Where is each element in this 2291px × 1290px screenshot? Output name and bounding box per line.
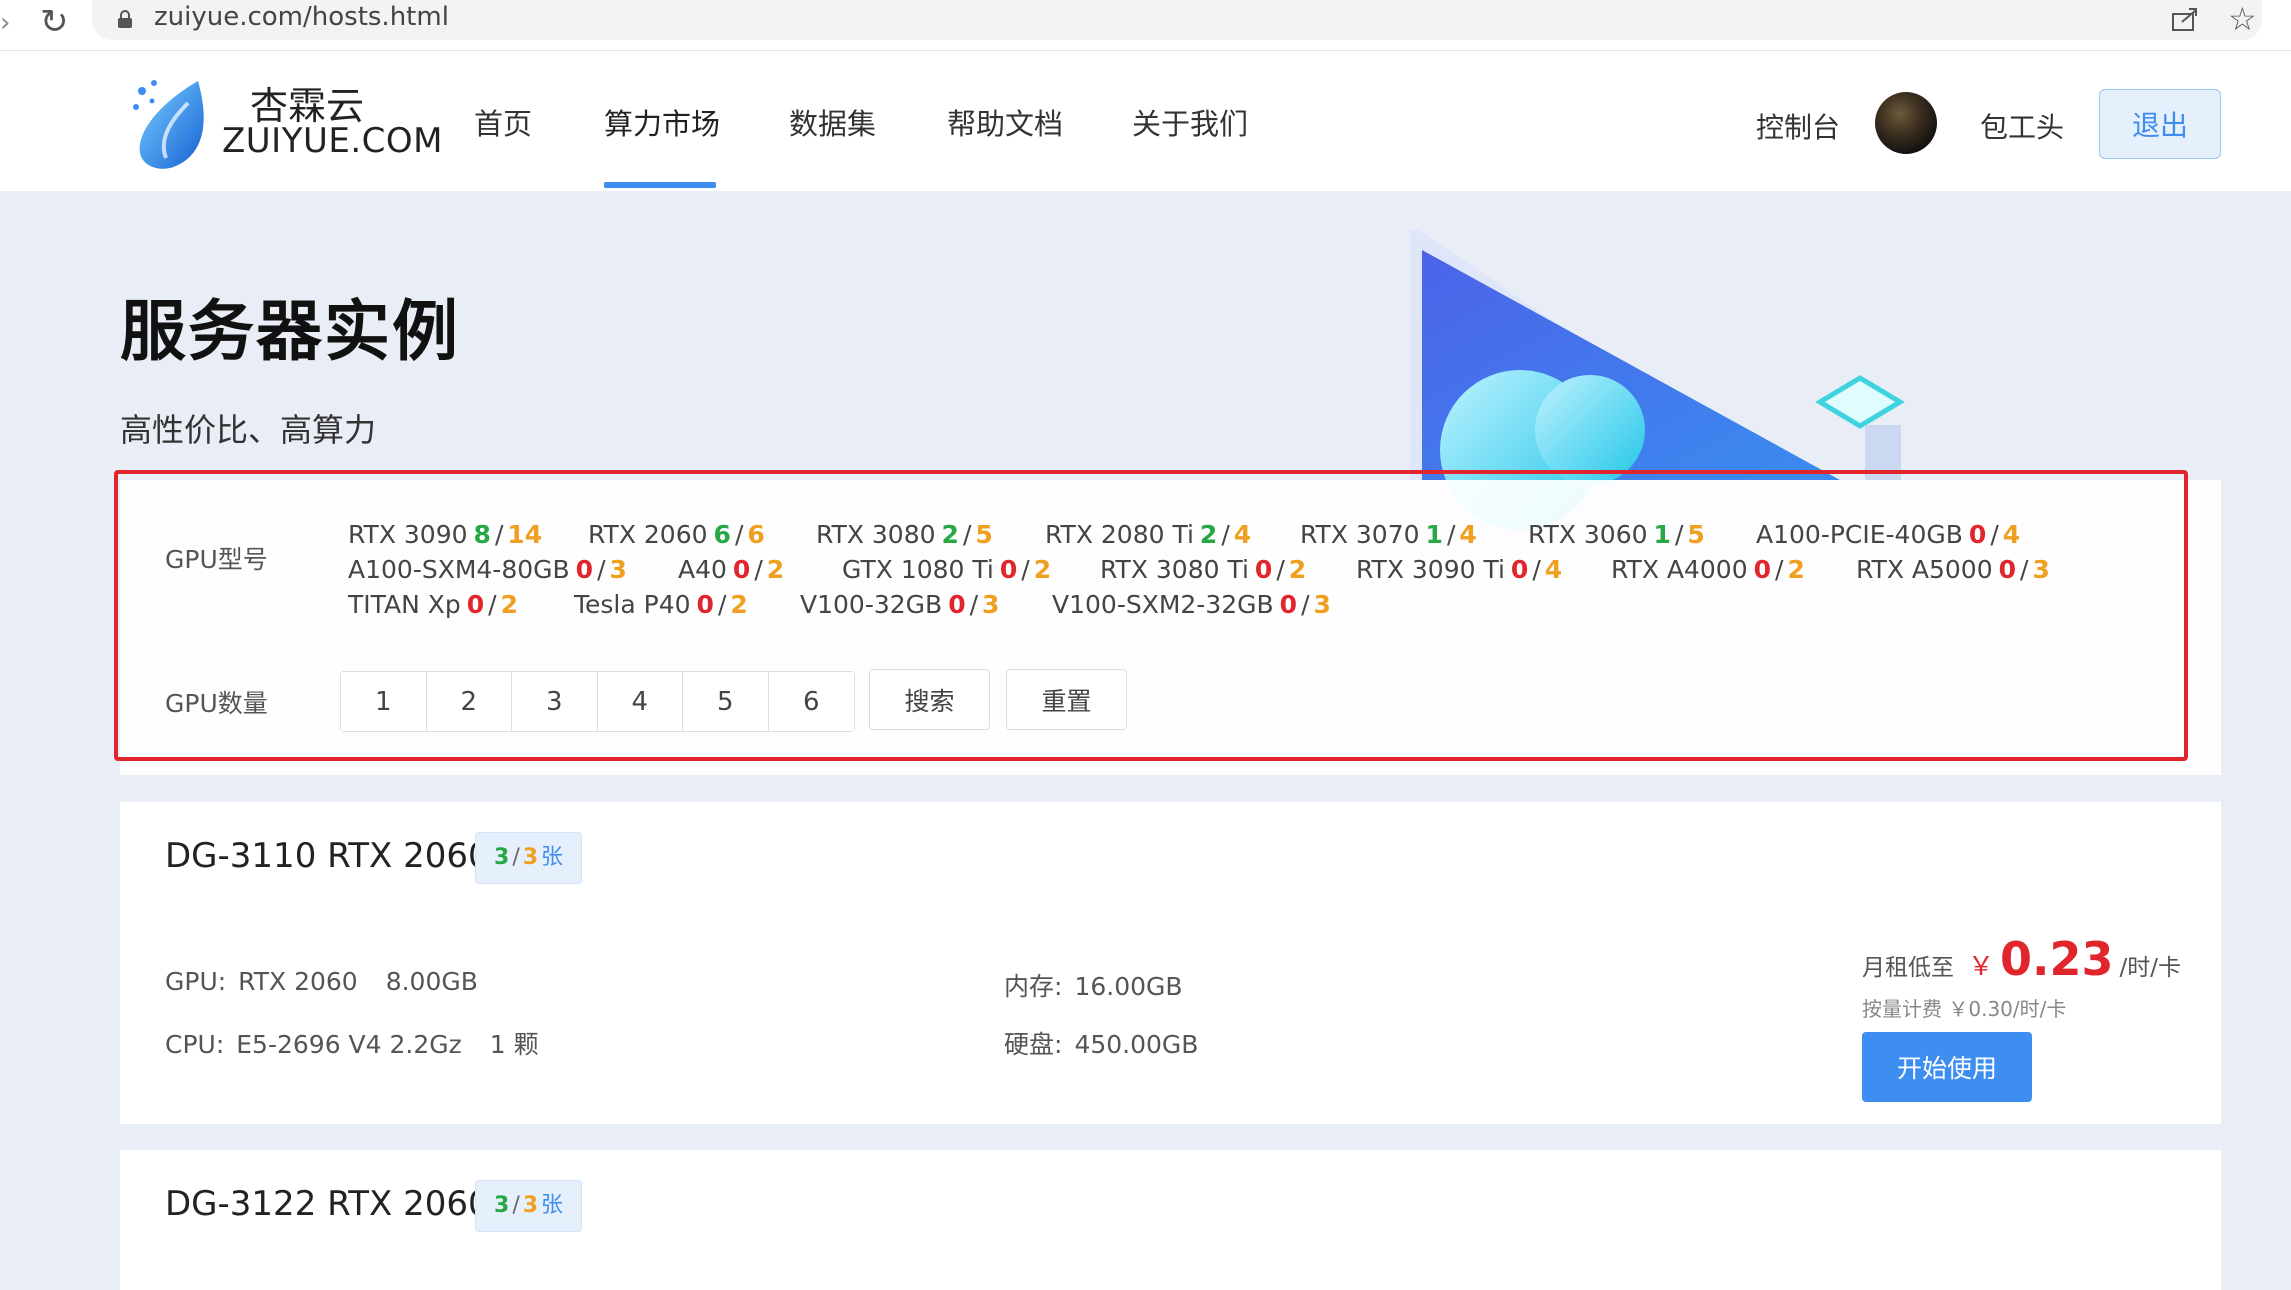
gpu-option-rtx-3060[interactable]: RTX 3060 1/5 [1528, 520, 1705, 549]
console-link[interactable]: 控制台 [1756, 106, 1840, 146]
gpu-option-rtx-3090-ti[interactable]: RTX 3090 Ti 0/4 [1356, 555, 1562, 584]
site-header: 杏霖云 ZUIYUE.COM 首页 算力市场 数据集 帮助文档 关于我们 控制台… [0, 51, 2291, 191]
availability-badge: 3/3 张 [475, 832, 583, 884]
memory-spec: 内存: 16.00GB [1004, 972, 1183, 1001]
gpu-option-rtx-3080-ti[interactable]: RTX 3080 Ti 0/2 [1100, 555, 1306, 584]
gpu-option-rtx-3080[interactable]: RTX 3080 2/5 [816, 520, 993, 549]
gpu-option-rtx-a5000[interactable]: RTX A5000 0/3 [1856, 555, 2050, 584]
gpu-count-5[interactable]: 5 [683, 672, 769, 731]
gpu-option-v100-32gb[interactable]: V100-32GB 0/3 [800, 590, 999, 619]
logo-icon [133, 80, 204, 169]
lock-icon[interactable] [118, 10, 132, 28]
gpu-count-selector: 1 2 3 4 5 6 [340, 671, 855, 732]
gpu-option-rtx-3090[interactable]: RTX 3090 8/14 [348, 520, 542, 549]
page-subtitle: 高性价比、高算力 [120, 411, 377, 449]
address-bar[interactable]: zuiyue.com/hosts.html [92, 0, 2262, 40]
nav-compute-market[interactable]: 算力市场 [604, 101, 720, 143]
gpu-option-titan-xp[interactable]: TITAN Xp 0/2 [348, 590, 518, 619]
page-title: 服务器实例 [120, 293, 460, 370]
gpu-option-rtx-2080-ti[interactable]: RTX 2080 Ti 2/4 [1045, 520, 1251, 549]
reload-icon[interactable]: ↻ [40, 2, 69, 42]
gpu-option-a40[interactable]: A40 0/2 [678, 555, 784, 584]
gpu-count-3[interactable]: 3 [512, 672, 598, 731]
gpu-spec: GPU: RTX 2060 8.00GB [165, 967, 478, 996]
disk-spec: 硬盘: 450.00GB [1004, 1030, 1199, 1059]
host-title: DG-3122 RTX 2060 [165, 1184, 490, 1224]
logo-text-en[interactable]: ZUIYUE.COM [222, 121, 443, 161]
gpu-option-v100-sxm2-32gb[interactable]: V100-SXM2-32GB 0/3 [1052, 590, 1331, 619]
url-text[interactable]: zuiyue.com/hosts.html [154, 2, 449, 32]
cpu-spec: CPU: E5-2696 V4 2.2Gz 1 颗 [165, 1030, 539, 1059]
gpu-option-tesla-p40[interactable]: Tesla P40 0/2 [574, 590, 748, 619]
gpu-option-rtx-3070[interactable]: RTX 3070 1/4 [1300, 520, 1477, 549]
gpu-count-1[interactable]: 1 [341, 672, 427, 731]
gpu-option-gtx-1080-ti[interactable]: GTX 1080 Ti 0/2 [842, 555, 1051, 584]
gpu-option-rtx-2060[interactable]: RTX 2060 6/6 [588, 520, 765, 549]
logout-button[interactable]: 退出 [2099, 89, 2221, 159]
gpu-model-list: RTX 3090 8/14 RTX 2060 6/6 RTX 3080 2/5 RTX… [348, 520, 2148, 625]
nav-about-us[interactable]: 关于我们 [1132, 101, 1248, 143]
nav-help-docs[interactable]: 帮助文档 [947, 101, 1063, 143]
gpu-count-4[interactable]: 4 [597, 672, 683, 731]
start-use-button[interactable]: 开始使用 [1862, 1032, 2032, 1102]
star-icon[interactable]: ☆ [2228, 0, 2257, 38]
hourly-price: 按量计费 ￥0.30/时/卡 [1862, 997, 2067, 1021]
share-icon[interactable] [2170, 4, 2200, 34]
back-icon[interactable]: › [0, 8, 10, 38]
host-title: DG-3110 RTX 2060 [165, 836, 490, 876]
gpu-model-label: GPU型号 [165, 545, 268, 574]
gpu-count-2[interactable]: 2 [426, 672, 512, 731]
availability-badge: 3/3 张 [475, 1180, 583, 1232]
gpu-count-6[interactable]: 6 [768, 672, 854, 731]
browser-toolbar: › ↻ zuiyue.com/hosts.html ☆ [0, 0, 2291, 51]
host-card: DG-3122 RTX 2060 3/3 张 [120, 1150, 2221, 1290]
username-link[interactable]: 包工头 [1980, 106, 2064, 146]
nav-home[interactable]: 首页 [474, 101, 532, 143]
gpu-count-label: GPU数量 [165, 689, 268, 718]
search-button[interactable]: 搜索 [869, 669, 990, 730]
reset-button[interactable]: 重置 [1006, 669, 1127, 730]
gpu-option-a100-sxm4-80gb[interactable]: A100-SXM4-80GB 0/3 [348, 555, 627, 584]
gpu-option-rtx-a4000[interactable]: RTX A4000 0/2 [1611, 555, 1805, 584]
active-nav-indicator [604, 182, 716, 188]
avatar[interactable] [1875, 92, 1937, 154]
nav-datasets[interactable]: 数据集 [789, 101, 876, 143]
monthly-price: 月租低至 ￥ 0.23/时/卡 [1862, 932, 2182, 986]
host-card: DG-3110 RTX 2060 3/3 张 GPU: RTX 2060 8.00GB… [120, 802, 2221, 1124]
gpu-option-a100-pcie-40gb[interactable]: A100-PCIE-40GB 0/4 [1756, 520, 2020, 549]
